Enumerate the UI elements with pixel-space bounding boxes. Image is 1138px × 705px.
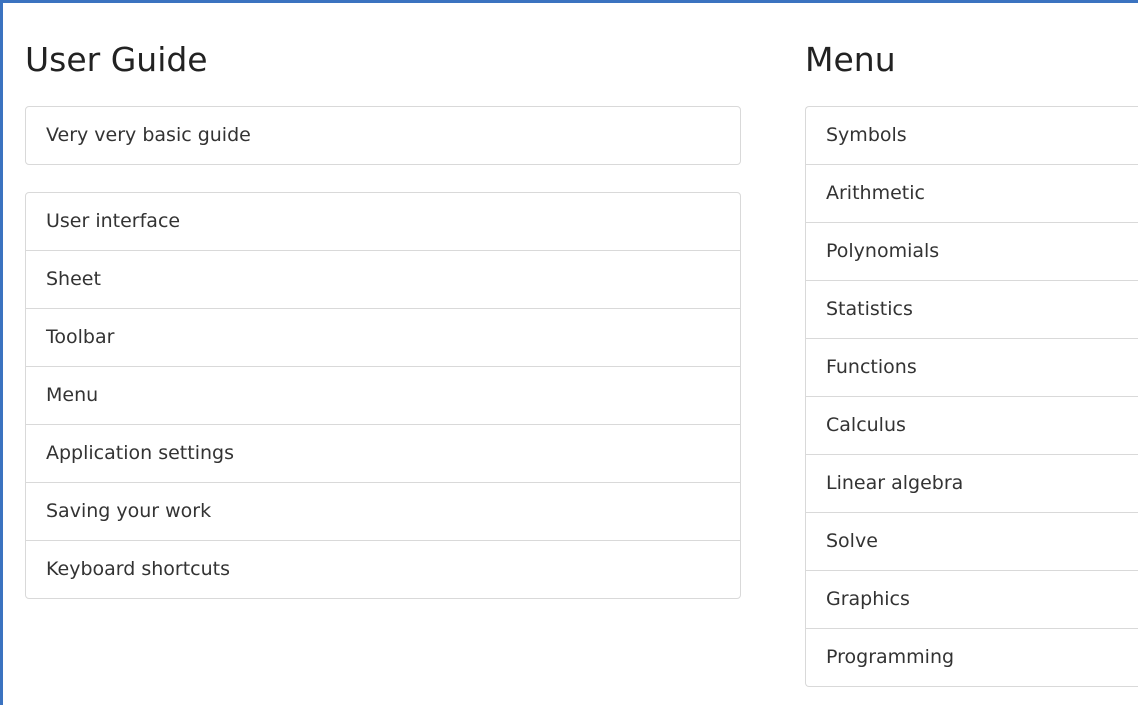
menu-item-programming[interactable]: Programming xyxy=(806,628,1138,686)
frame-left-border xyxy=(0,0,3,705)
guide-item-application-settings[interactable]: Application settings xyxy=(26,424,740,482)
user-guide-list: User interface Sheet Toolbar Menu Applic… xyxy=(25,192,741,599)
guide-item-very-basic[interactable]: Very very basic guide xyxy=(26,107,740,164)
menu-item-graphics[interactable]: Graphics xyxy=(806,570,1138,628)
guide-item-keyboard-shortcuts[interactable]: Keyboard shortcuts xyxy=(26,540,740,598)
menu-item-arithmetic[interactable]: Arithmetic xyxy=(806,164,1138,222)
menu-item-calculus[interactable]: Calculus xyxy=(806,396,1138,454)
guide-item-user-interface[interactable]: User interface xyxy=(26,193,740,250)
menu-list: Symbols Arithmetic Polynomials Statistic… xyxy=(805,106,1138,687)
guide-item-sheet[interactable]: Sheet xyxy=(26,250,740,308)
menu-item-polynomials[interactable]: Polynomials xyxy=(806,222,1138,280)
guide-item-saving-your-work[interactable]: Saving your work xyxy=(26,482,740,540)
menu-item-statistics[interactable]: Statistics xyxy=(806,280,1138,338)
user-guide-title: User Guide xyxy=(25,40,208,79)
menu-title: Menu xyxy=(805,40,896,79)
menu-item-linear-algebra[interactable]: Linear algebra xyxy=(806,454,1138,512)
menu-item-functions[interactable]: Functions xyxy=(806,338,1138,396)
menu-item-symbols[interactable]: Symbols xyxy=(806,107,1138,164)
guide-item-toolbar[interactable]: Toolbar xyxy=(26,308,740,366)
basic-guide-list: Very very basic guide xyxy=(25,106,741,165)
menu-item-solve[interactable]: Solve xyxy=(806,512,1138,570)
guide-item-menu[interactable]: Menu xyxy=(26,366,740,424)
frame-top-border xyxy=(0,0,1138,3)
